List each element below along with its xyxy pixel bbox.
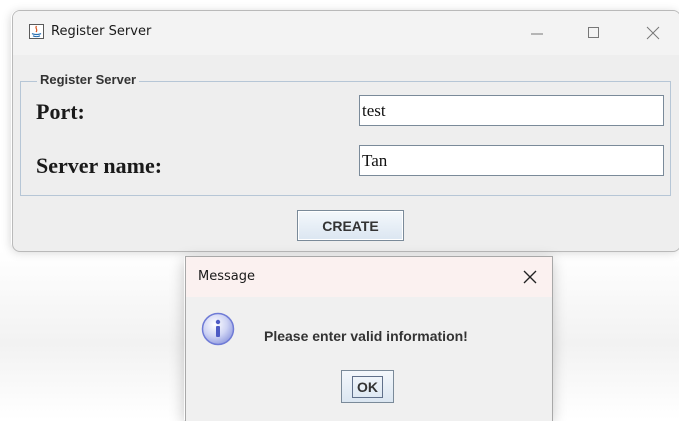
minimize-icon [531, 33, 543, 35]
message-dialog: Message Please enter valid information! … [185, 256, 553, 421]
port-input[interactable] [359, 95, 664, 126]
server-name-label: Server name: [36, 153, 163, 178]
dialog-close-button[interactable] [521, 268, 539, 286]
server-name-input[interactable] [359, 145, 664, 176]
maximize-icon [588, 27, 599, 38]
close-icon [523, 270, 537, 284]
info-icon [201, 312, 235, 346]
java-icon [29, 24, 44, 39]
dialog-message: Please enter valid information! [264, 328, 468, 344]
group-title: Register Server [37, 72, 140, 87]
dialog-title: Message [198, 269, 255, 284]
create-button[interactable]: CREATE [297, 210, 404, 241]
maximize-button[interactable] [574, 19, 614, 47]
ok-button[interactable]: OK [341, 370, 394, 403]
close-icon [646, 26, 660, 40]
ok-button-label: OK [352, 375, 383, 398]
window-titlebar[interactable]: Register Server [13, 11, 679, 55]
window-title: Register Server [51, 24, 152, 39]
minimize-button[interactable] [517, 19, 557, 47]
register-server-window: Register Server Register Server Port: Se… [12, 10, 679, 252]
dialog-titlebar[interactable]: Message [186, 257, 552, 297]
close-button[interactable] [633, 19, 673, 47]
port-label: Port: [36, 99, 85, 124]
